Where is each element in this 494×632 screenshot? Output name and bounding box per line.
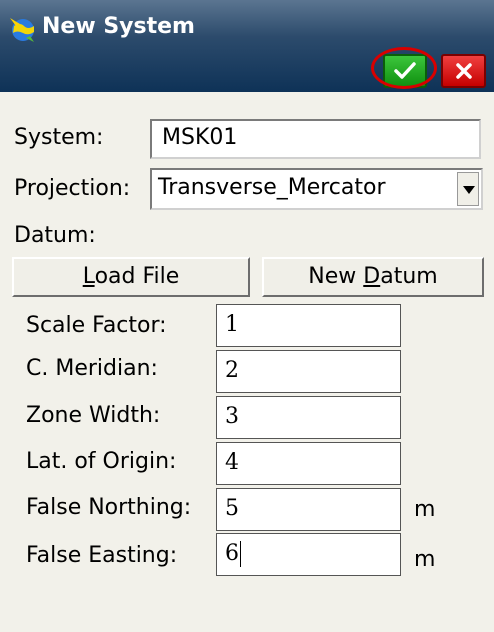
c-meridian-input[interactable]: 2 bbox=[216, 350, 401, 393]
scale-factor-value: 1 bbox=[225, 312, 239, 337]
close-icon bbox=[455, 63, 472, 79]
projection-value: Transverse_Mercator bbox=[158, 175, 386, 200]
c-meridian-label: C. Meridian: bbox=[26, 356, 158, 381]
text-cursor bbox=[240, 541, 241, 567]
app-globe-icon bbox=[10, 18, 34, 42]
new-datum-label-pre: New bbox=[308, 264, 364, 289]
ok-button[interactable] bbox=[383, 54, 427, 88]
projection-select[interactable]: Transverse_Mercator bbox=[150, 168, 483, 210]
datum-label: Datum: bbox=[14, 223, 96, 248]
title-bar: New System bbox=[0, 0, 494, 92]
projection-label: Projection: bbox=[14, 176, 131, 201]
load-file-button[interactable]: Load File bbox=[12, 257, 250, 297]
zone-width-input[interactable]: 3 bbox=[216, 396, 401, 439]
lat-of-origin-input[interactable]: 4 bbox=[216, 442, 401, 485]
checkmark-icon bbox=[394, 62, 416, 79]
dropdown-arrow-icon[interactable] bbox=[457, 172, 479, 206]
load-file-mnemonic: L bbox=[82, 264, 95, 289]
false-easting-unit: m bbox=[414, 547, 436, 572]
load-file-label-post: oad File bbox=[94, 264, 180, 289]
false-northing-label: False Northing: bbox=[26, 495, 192, 520]
new-datum-label-post: atum bbox=[380, 264, 438, 289]
lat-of-origin-value: 4 bbox=[225, 450, 239, 475]
lat-of-origin-label: Lat. of Origin: bbox=[26, 449, 177, 474]
system-name-value: MSK01 bbox=[162, 125, 238, 150]
false-easting-value: 6 bbox=[225, 541, 239, 566]
new-datum-mnemonic: D bbox=[363, 264, 381, 289]
zone-width-label: Zone Width: bbox=[26, 403, 161, 428]
c-meridian-value: 2 bbox=[225, 358, 239, 383]
new-datum-button[interactable]: New Datum bbox=[262, 257, 484, 297]
system-name-input[interactable]: MSK01 bbox=[150, 119, 481, 159]
false-northing-input[interactable]: 5 bbox=[216, 488, 401, 531]
scale-factor-input[interactable]: 1 bbox=[216, 304, 401, 347]
zone-width-value: 3 bbox=[225, 404, 239, 429]
system-label: System: bbox=[14, 125, 104, 150]
false-easting-input[interactable]: 6 bbox=[216, 533, 401, 576]
cancel-button[interactable] bbox=[441, 54, 486, 88]
window-title: New System bbox=[42, 14, 195, 39]
scale-factor-label: Scale Factor: bbox=[26, 313, 167, 338]
false-northing-value: 5 bbox=[225, 496, 239, 521]
false-easting-label: False Easting: bbox=[26, 543, 178, 568]
false-northing-unit: m bbox=[414, 497, 436, 522]
